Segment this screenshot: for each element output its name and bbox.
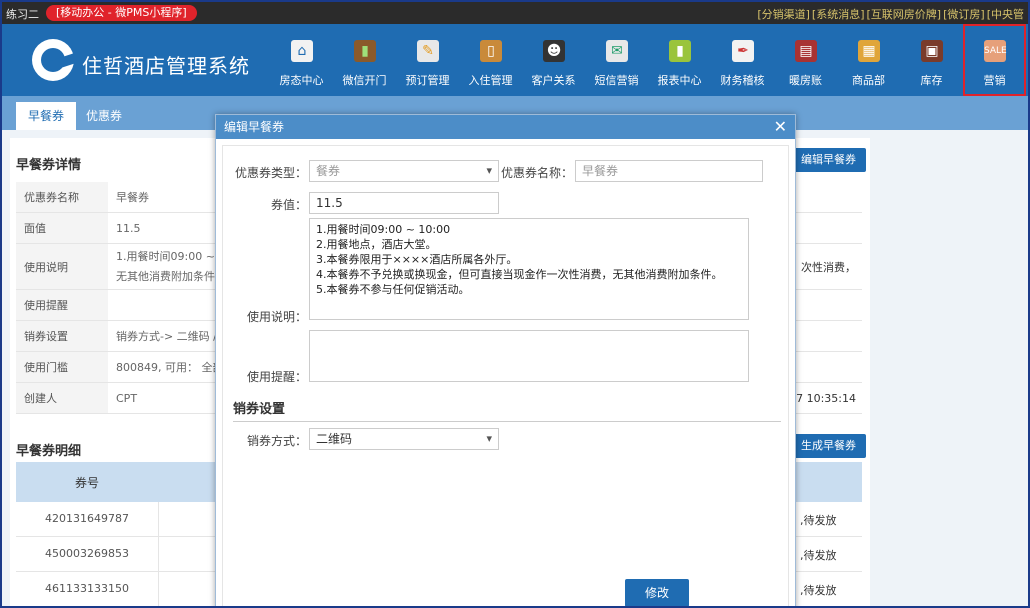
dialog-title: 编辑早餐券 — [216, 115, 795, 139]
main-nav: ⌂ 房态中心 ▮ 微信开门 ✎ 预订管理 ▯ 入住管理 ☻ 客户关系 ✉ 短信营销 ▮ 报表中… — [270, 24, 1026, 96]
mobile-office-badge[interactable]: [移动办公 - 微PMS小程序] — [46, 5, 197, 21]
coupon-value-input[interactable]: 11.5 — [309, 192, 499, 214]
goods-icon: ▦ — [858, 40, 880, 62]
link-price-board[interactable]: [互联网房价牌] — [867, 8, 942, 21]
app-frame: 练习二 [移动办公 - 微PMS小程序] [分销渠道] [系统消息] [互联网房价牌… — [0, 0, 1030, 608]
nav-room-status[interactable]: ⌂ 房态中心 — [270, 24, 333, 96]
tab-breakfast-coupon[interactable]: 早餐券 — [16, 102, 77, 130]
top-bar: 练习二 [移动办公 - 微PMS小程序] [分销渠道] [系统消息] [互联网房价牌… — [2, 2, 1028, 24]
coupon-type-label: 优惠券类型： — [234, 166, 307, 180]
brand-name: 住哲酒店管理系统 — [82, 54, 250, 78]
pen-icon: ✒ — [732, 40, 754, 62]
usage-description-label: 使用说明： — [246, 310, 307, 324]
coupon-value-label: 券值： — [270, 198, 307, 212]
house-icon: ⌂ — [291, 40, 313, 62]
edit-icon: ✎ — [417, 40, 439, 62]
people-icon: ☻ — [543, 40, 565, 62]
link-wechat-booking[interactable]: [微订房] — [943, 8, 985, 21]
nav-crm[interactable]: ☻ 客户关系 — [522, 24, 585, 96]
nav-wechat-door[interactable]: ▮ 微信开门 — [333, 24, 396, 96]
link-messages[interactable]: [系统消息] — [812, 8, 865, 21]
usage-description-textarea[interactable]: 1.用餐时间09:00 ~ 10:00 2.用餐地点，酒店大堂。 3.本餐券限用… — [309, 218, 749, 320]
bar-chart-icon: ▮ — [669, 40, 691, 62]
generate-breakfast-button[interactable]: 生成早餐券 — [791, 434, 866, 458]
current-user: 练习二 — [6, 8, 39, 21]
nav-finance[interactable]: ✒ 财务稽核 — [711, 24, 774, 96]
nav-inventory[interactable]: ▣ 库存 — [900, 24, 963, 96]
nav-marketing[interactable]: SALE 营销 — [963, 24, 1026, 96]
book-icon: ▤ — [795, 40, 817, 62]
coupon-name-input[interactable]: 早餐券 — [575, 160, 763, 182]
tab-discount-coupon[interactable]: 优惠券 — [74, 102, 134, 130]
redeem-method-select[interactable]: 二维码 — [309, 428, 499, 450]
edit-breakfast-dialog: 编辑早餐券 ✕ 优惠券类型： 餐券 优惠券名称： 早餐券 券值： 11.5 1.… — [215, 114, 796, 606]
link-distribution[interactable]: [分销渠道] — [757, 8, 810, 21]
redeem-settings-heading: 销券设置 — [233, 398, 781, 422]
nav-checkin[interactable]: ▯ 入住管理 — [459, 24, 522, 96]
edit-breakfast-button[interactable]: 编辑早餐券 — [791, 148, 866, 172]
coupon-type-select[interactable]: 餐券 — [309, 160, 499, 182]
brand-logo-icon — [32, 39, 77, 81]
top-links: [分销渠道] [系统消息] [互联网房价牌] [微订房] [中央管 — [755, 6, 1024, 22]
coupon-name-label: 优惠券名称： — [500, 166, 573, 180]
nav-booking[interactable]: ✎ 预订管理 — [396, 24, 459, 96]
warehouse-icon: ▣ — [921, 40, 943, 62]
sale-tag-icon: SALE — [984, 40, 1007, 62]
nav-goods[interactable]: ▦ 商品部 — [837, 24, 900, 96]
nav-sms[interactable]: ✉ 短信营销 — [585, 24, 648, 96]
wechat-door-icon: ▮ — [354, 40, 376, 62]
usage-reminder-textarea[interactable] — [309, 330, 749, 382]
save-button[interactable]: 修改 — [625, 579, 689, 606]
nav-warm-room[interactable]: ▤ 暖房账 — [774, 24, 837, 96]
usage-reminder-label: 使用提醒： — [246, 370, 307, 384]
nav-reports[interactable]: ▮ 报表中心 — [648, 24, 711, 96]
envelope-icon: ✉ — [606, 40, 628, 62]
detail-title: 早餐券详情 — [16, 158, 82, 173]
list-title: 早餐券明细 — [16, 444, 82, 459]
redeem-method-label: 销券方式： — [246, 434, 307, 448]
link-central[interactable]: [中央管 — [987, 8, 1024, 21]
door-icon: ▯ — [480, 40, 502, 62]
header: 住哲酒店管理系统 ⌂ 房态中心 ▮ 微信开门 ✎ 预订管理 ▯ 入住管理 ☻ 客户关系 ✉… — [2, 24, 1028, 96]
dialog-body: 优惠券类型： 餐券 优惠券名称： 早餐券 券值： 11.5 1.用餐时间09:0… — [222, 145, 789, 606]
close-icon[interactable]: ✕ — [774, 115, 787, 139]
